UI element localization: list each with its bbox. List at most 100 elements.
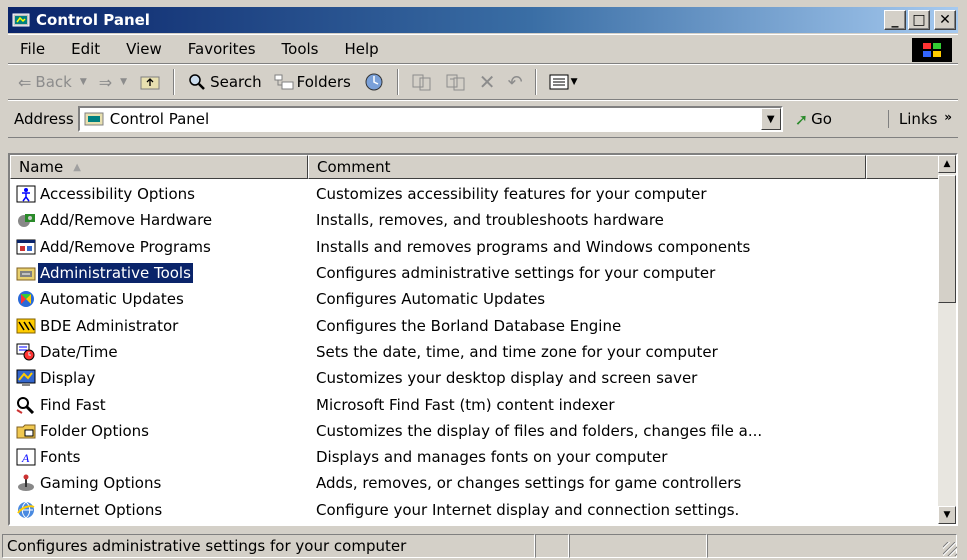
status-pane-3 — [569, 533, 707, 558]
address-bar: Address Control Panel ▼ ➚ Go Links » — [8, 100, 958, 138]
list-item[interactable]: Find Fast Microsoft Find Fast (tm) conten… — [10, 391, 938, 417]
resize-grip[interactable] — [943, 542, 957, 556]
menu-tools[interactable]: Tools — [270, 40, 333, 58]
item-name-cell[interactable]: A Fonts — [10, 447, 312, 467]
item-name-cell[interactable]: Administrative Tools — [10, 263, 312, 284]
fonts-icon: A — [16, 448, 36, 466]
list-item[interactable]: Gaming Options Adds, removes, or changes … — [10, 470, 938, 496]
item-name-label: Add/Remove Programs — [40, 237, 211, 256]
forward-arrow-icon: ⇒ — [98, 72, 113, 92]
column-header-name[interactable]: Name ▲ — [10, 155, 308, 179]
list-item[interactable]: A Fonts Displays and manages fonts on your… — [10, 444, 938, 470]
title-bar[interactable]: Control Panel _ □ ✕ — [8, 7, 958, 33]
history-icon — [365, 73, 383, 91]
scroll-up-button[interactable]: ▲ — [938, 155, 956, 173]
move-to-icon — [412, 74, 431, 91]
links-toolbar[interactable]: Links » — [887, 110, 952, 128]
toolbar-separator — [534, 69, 537, 95]
internet-icon — [16, 501, 36, 519]
list-item[interactable]: Automatic Updates Configures Automatic Up… — [10, 286, 938, 312]
address-field[interactable]: Control Panel ▼ — [77, 106, 783, 132]
item-comment: Installs, removes, and troubleshoots har… — [316, 211, 664, 230]
svg-text:A: A — [21, 451, 30, 465]
move-to-button[interactable] — [411, 72, 433, 92]
item-name-cell[interactable]: Automatic Updates — [10, 289, 312, 309]
control-panel-small-icon — [84, 112, 104, 126]
forward-dropdown-icon: ▼ — [120, 77, 128, 87]
vertical-scrollbar[interactable]: ▲ ▼ — [938, 155, 956, 524]
item-name-label: Accessibility Options — [40, 185, 195, 204]
column-header-comment[interactable]: Comment — [308, 155, 866, 179]
scroll-thumb[interactable] — [938, 175, 956, 303]
item-name-cell[interactable]: Display — [10, 368, 312, 388]
forward-button[interactable]: ⇒ ▼ — [99, 73, 127, 92]
item-name-cell[interactable]: Accessibility Options — [10, 184, 312, 204]
item-comment: Microsoft Find Fast (tm) content indexer — [316, 395, 615, 414]
window-title: Control Panel — [36, 11, 150, 29]
item-name-cell[interactable]: Add/Remove Hardware — [10, 210, 312, 230]
scroll-down-button[interactable]: ▼ — [938, 506, 956, 524]
search-icon — [189, 74, 205, 90]
folders-button[interactable]: Folders — [274, 73, 351, 91]
status-pane-4 — [707, 533, 957, 558]
column-header-empty[interactable] — [866, 155, 940, 179]
minimize-button[interactable]: _ — [884, 10, 906, 30]
menu-favorites[interactable]: Favorites — [176, 40, 270, 58]
delete-button[interactable]: ✕ — [479, 70, 496, 94]
gaming-icon — [16, 474, 36, 492]
item-name-cell[interactable]: Find Fast — [10, 395, 312, 415]
item-comment: Configures administrative settings for y… — [316, 264, 716, 283]
findfast-icon — [16, 396, 36, 414]
item-name-label: Add/Remove Hardware — [40, 211, 213, 230]
status-text: Configures administrative settings for y… — [2, 533, 535, 558]
undo-icon: ↶ — [507, 71, 523, 93]
history-button[interactable] — [363, 72, 385, 92]
item-name-cell[interactable]: Internet Options — [10, 500, 312, 520]
item-name-cell[interactable]: Gaming Options — [10, 473, 312, 493]
item-name-label: Administrative Tools — [38, 263, 193, 284]
folders-icon — [274, 74, 294, 90]
menu-file[interactable]: File — [8, 40, 59, 58]
close-button[interactable]: ✕ — [934, 10, 956, 30]
status-pane-2 — [535, 533, 569, 558]
list-item[interactable]: Add/Remove Hardware Installs, removes, an… — [10, 207, 938, 233]
folder-options-icon — [16, 422, 36, 440]
menu-edit[interactable]: Edit — [59, 40, 114, 58]
item-name-cell[interactable]: Date/Time — [10, 342, 312, 362]
control-panel-icon — [12, 13, 30, 27]
item-comment: Adds, removes, or changes settings for g… — [316, 474, 742, 493]
item-name-cell[interactable]: BDE Administrator — [10, 316, 312, 336]
programs-icon — [16, 238, 36, 256]
undo-button[interactable]: ↶ — [508, 72, 523, 93]
item-name-cell[interactable]: Add/Remove Programs — [10, 237, 312, 257]
toolbar-separator — [396, 69, 399, 95]
delete-icon: ✕ — [478, 70, 496, 94]
windows-logo-icon — [912, 38, 952, 62]
list-item[interactable]: Internet Options Configure your Internet … — [10, 497, 938, 523]
list-item[interactable]: BDE Administrator Configures the Borland … — [10, 312, 938, 338]
address-dropdown-button[interactable]: ▼ — [760, 108, 781, 130]
up-folder-button[interactable] — [139, 73, 161, 91]
back-arrow-icon: ⇐ — [18, 72, 32, 92]
list-item[interactable]: Display Customizes your desktop display a… — [10, 365, 938, 391]
menu-help[interactable]: Help — [333, 40, 393, 58]
file-list-view[interactable]: Name ▲ Comment Accessibility Options Cust… — [8, 153, 958, 526]
list-item[interactable]: Administrative Tools Configures administr… — [10, 260, 938, 286]
list-item[interactable]: Add/Remove Programs Installs and removes … — [10, 234, 938, 260]
list-item[interactable]: Date/Time Sets the date, time, and time z… — [10, 339, 938, 365]
back-button[interactable]: ⇐ Back ▼ — [18, 73, 87, 92]
back-dropdown-icon: ▼ — [79, 77, 87, 87]
maximize-button[interactable]: □ — [908, 10, 930, 30]
hardware-icon — [16, 211, 36, 229]
go-button[interactable]: ➚ Go — [795, 110, 832, 129]
list-item[interactable]: Folder Options Customizes the display of … — [10, 418, 938, 444]
search-button[interactable]: Search — [187, 73, 262, 91]
list-item[interactable]: Accessibility Options Customizes accessib… — [10, 181, 938, 207]
item-name-label: Folder Options — [40, 421, 149, 440]
item-name-label: BDE Administrator — [40, 316, 179, 335]
menu-view[interactable]: View — [114, 40, 176, 58]
item-name-cell[interactable]: Folder Options — [10, 421, 312, 441]
views-button[interactable]: ▼ — [549, 74, 578, 90]
copy-to-button[interactable] — [445, 72, 467, 92]
updates-icon — [16, 290, 36, 308]
